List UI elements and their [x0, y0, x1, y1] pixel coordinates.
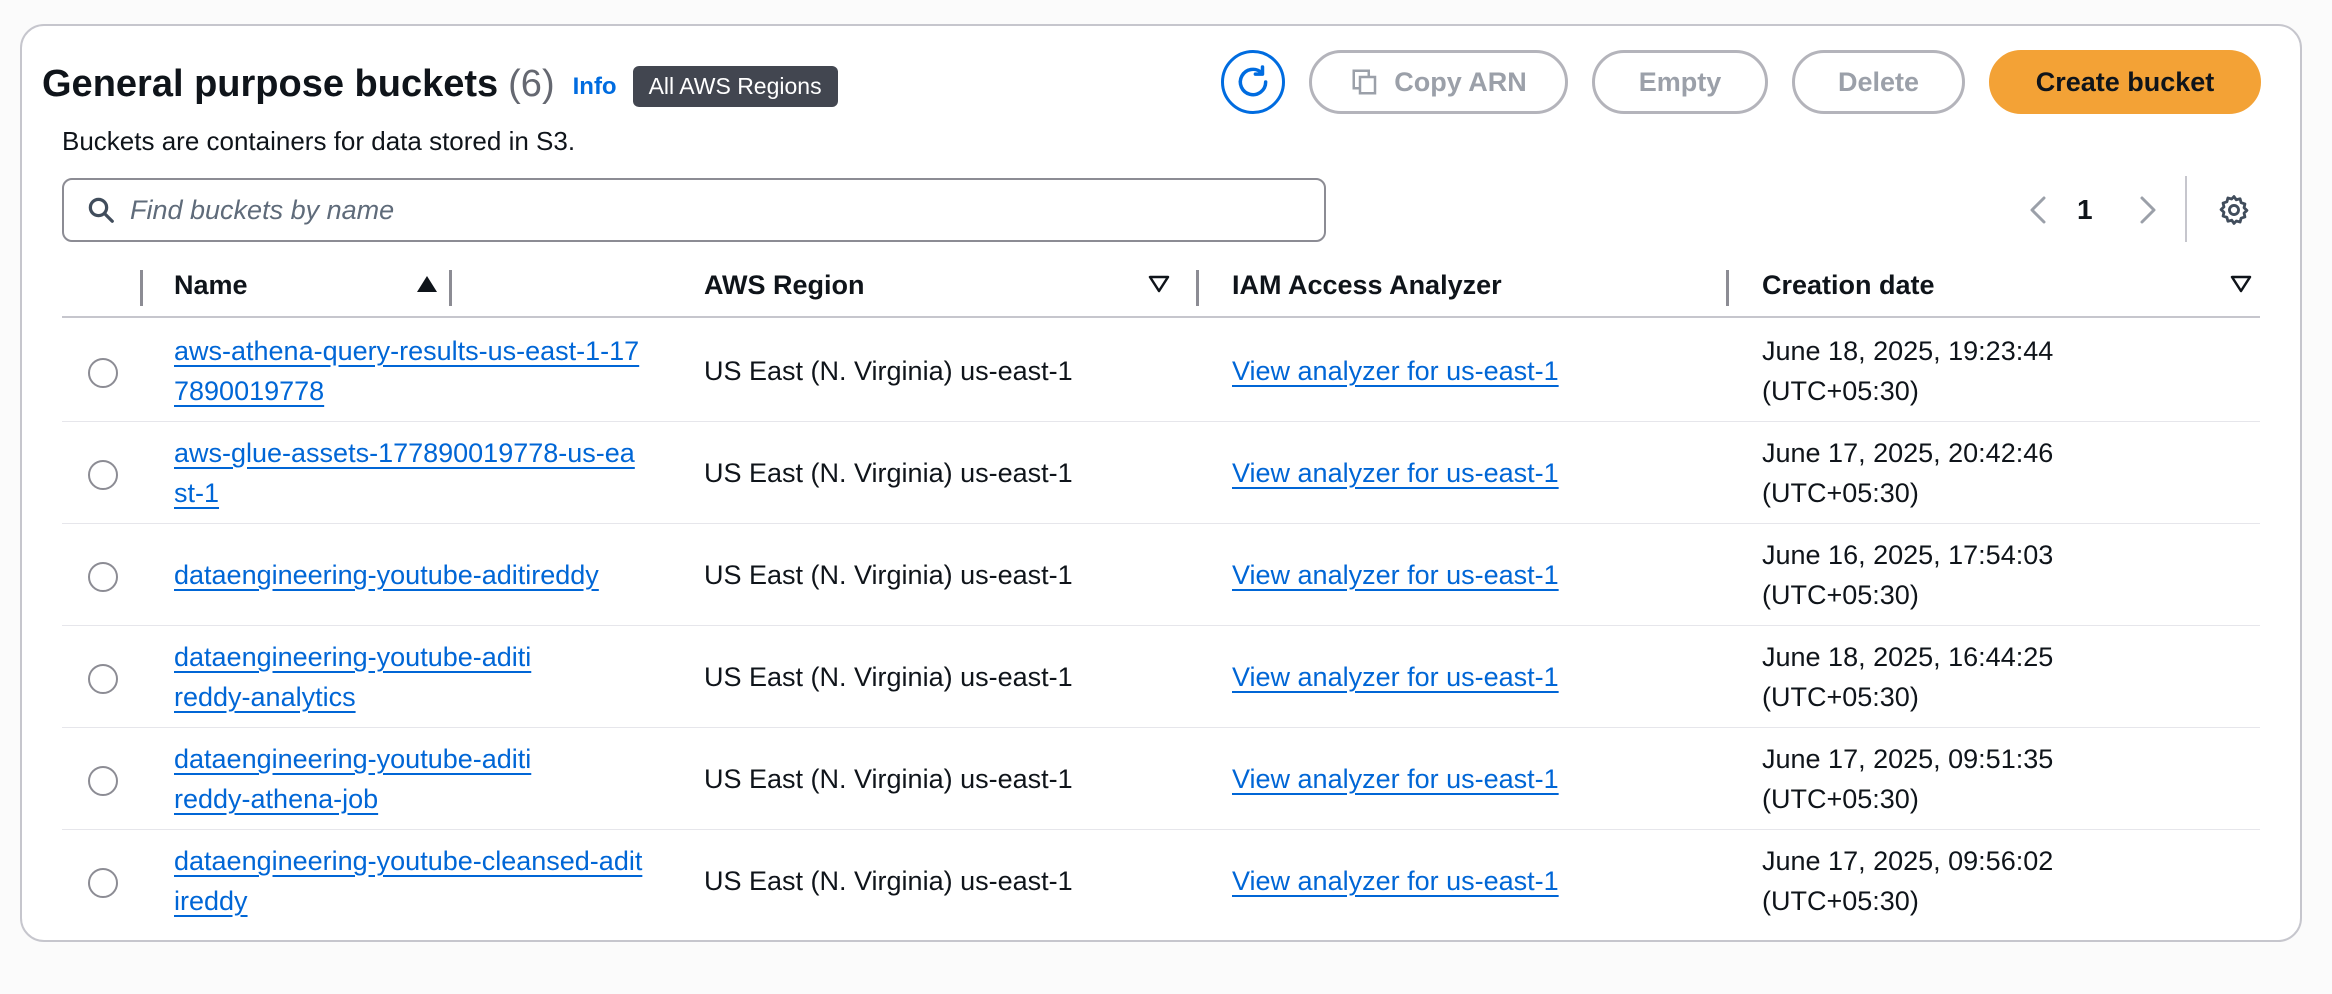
bucket-region: US East (N. Virginia) us-east-1: [704, 356, 1073, 386]
empty-button[interactable]: Empty: [1592, 50, 1768, 114]
column-divider: [1726, 270, 1729, 306]
sort-icon[interactable]: [2230, 274, 2252, 299]
creation-date-value: June 17, 2025, 09:56:02: [1762, 846, 2054, 876]
table-row: dataengineering-youtube-aditireddy US Ea…: [62, 524, 2260, 626]
bucket-region: US East (N. Virginia) us-east-1: [704, 764, 1073, 794]
row-select-radio[interactable]: [88, 460, 118, 490]
view-analyzer-link[interactable]: View analyzer for us-east-1: [1232, 555, 1559, 595]
table-row: aws-athena-query-results-us-east-1-17789…: [62, 320, 2260, 422]
page-title: General purpose buckets: [42, 62, 499, 105]
sort-icon[interactable]: [1148, 274, 1170, 299]
bucket-name-link[interactable]: dataengineering-youtube-aditireddy: [174, 555, 644, 595]
row-select-radio[interactable]: [88, 766, 118, 796]
row-select-radio[interactable]: [88, 562, 118, 592]
create-bucket-button[interactable]: Create bucket: [1989, 50, 2261, 114]
row-select-radio[interactable]: [88, 358, 118, 388]
info-link[interactable]: Info: [573, 73, 617, 101]
gear-icon: [2217, 193, 2251, 227]
column-header-region[interactable]: AWS Region: [704, 270, 865, 301]
search-icon: [86, 195, 116, 225]
refresh-icon: [1234, 63, 1272, 101]
view-analyzer-link[interactable]: View analyzer for us-east-1: [1232, 453, 1559, 493]
chevron-left-icon: [2026, 195, 2050, 225]
creation-date: June 17, 2025, 20:42:46 (UTC+05:30): [1762, 433, 2053, 513]
row-select-radio[interactable]: [88, 664, 118, 694]
table-row: dataengineering-youtube-aditireddy-analy…: [62, 626, 2260, 728]
copy-arn-button[interactable]: Copy ARN: [1309, 50, 1568, 114]
creation-date-timezone: (UTC+05:30): [1762, 478, 1919, 508]
creation-date: June 17, 2025, 09:56:02 (UTC+05:30): [1762, 841, 2053, 921]
chevron-right-icon: [2136, 195, 2160, 225]
region-badge: All AWS Regions: [632, 65, 838, 107]
view-analyzer-link[interactable]: View analyzer for us-east-1: [1232, 759, 1559, 799]
creation-date: June 18, 2025, 19:23:44 (UTC+05:30): [1762, 331, 2053, 411]
title-row: General purpose buckets (6) Info All AWS…: [42, 58, 838, 110]
bucket-region: US East (N. Virginia) us-east-1: [704, 458, 1073, 488]
bucket-region: US East (N. Virginia) us-east-1: [704, 662, 1073, 692]
previous-page-button[interactable]: [2020, 180, 2056, 240]
bucket-region: US East (N. Virginia) us-east-1: [704, 866, 1073, 896]
sort-ascending-icon[interactable]: [416, 274, 438, 299]
bucket-name-link[interactable]: dataengineering-youtube-aditireddy-athen…: [174, 739, 534, 819]
creation-date-value: June 16, 2025, 17:54:03: [1762, 540, 2054, 570]
column-header-iam: IAM Access Analyzer: [1232, 270, 1502, 300]
creation-date: June 16, 2025, 17:54:03 (UTC+05:30): [1762, 535, 2053, 615]
bucket-count: (6): [508, 62, 555, 105]
bucket-name-link[interactable]: dataengineering-youtube-aditireddy-analy…: [174, 637, 534, 717]
copy-icon: [1350, 67, 1380, 97]
search-input[interactable]: [128, 193, 1278, 227]
creation-date-timezone: (UTC+05:30): [1762, 886, 1919, 916]
view-analyzer-link[interactable]: View analyzer for us-east-1: [1232, 861, 1559, 901]
creation-date-timezone: (UTC+05:30): [1762, 784, 1919, 814]
column-divider: [140, 270, 143, 306]
bucket-region: US East (N. Virginia) us-east-1: [704, 560, 1073, 590]
bucket-name-link[interactable]: aws-glue-assets-177890019778-us-east-1: [174, 433, 644, 513]
row-select-radio[interactable]: [88, 868, 118, 898]
table-row: aws-glue-assets-177890019778-us-east-1 U…: [62, 422, 2260, 524]
next-page-button[interactable]: [2130, 180, 2166, 240]
bucket-name-link[interactable]: dataengineering-youtube-cleansed-aditire…: [174, 841, 644, 921]
view-analyzer-link[interactable]: View analyzer for us-east-1: [1232, 351, 1559, 391]
table-row: dataengineering-youtube-aditireddy-athen…: [62, 728, 2260, 830]
column-divider: [1196, 270, 1199, 306]
current-page-number[interactable]: 1: [2077, 180, 2093, 240]
copy-arn-label: Copy ARN: [1394, 66, 1527, 97]
creation-date-value: June 18, 2025, 16:44:25: [1762, 642, 2054, 672]
pagination-divider: [2185, 176, 2187, 242]
creation-date-value: June 17, 2025, 20:42:46: [1762, 438, 2054, 468]
refresh-button[interactable]: [1221, 50, 1285, 114]
table-header: Name AWS Region IAM Access Analyzer Crea…: [62, 262, 2260, 318]
creation-date-value: June 18, 2025, 19:23:44: [1762, 336, 2054, 366]
bucket-name-link[interactable]: aws-athena-query-results-us-east-1-17789…: [174, 331, 644, 411]
delete-button[interactable]: Delete: [1792, 50, 1965, 114]
creation-date-timezone: (UTC+05:30): [1762, 376, 1919, 406]
table-row: dataengineering-youtube-cleansed-aditire…: [62, 830, 2260, 932]
page-description: Buckets are containers for data stored i…: [62, 126, 576, 156]
creation-date-timezone: (UTC+05:30): [1762, 682, 1919, 712]
preferences-button[interactable]: [2212, 180, 2256, 240]
creation-date-timezone: (UTC+05:30): [1762, 580, 1919, 610]
search-box: [62, 178, 1326, 242]
column-header-name[interactable]: Name: [174, 270, 248, 301]
column-divider: [449, 270, 452, 306]
creation-date-value: June 17, 2025, 09:51:35: [1762, 744, 2054, 774]
view-analyzer-link[interactable]: View analyzer for us-east-1: [1232, 657, 1559, 697]
creation-date: June 17, 2025, 09:51:35 (UTC+05:30): [1762, 739, 2053, 819]
creation-date: June 18, 2025, 16:44:25 (UTC+05:30): [1762, 637, 2053, 717]
column-header-date[interactable]: Creation date: [1762, 270, 1935, 301]
